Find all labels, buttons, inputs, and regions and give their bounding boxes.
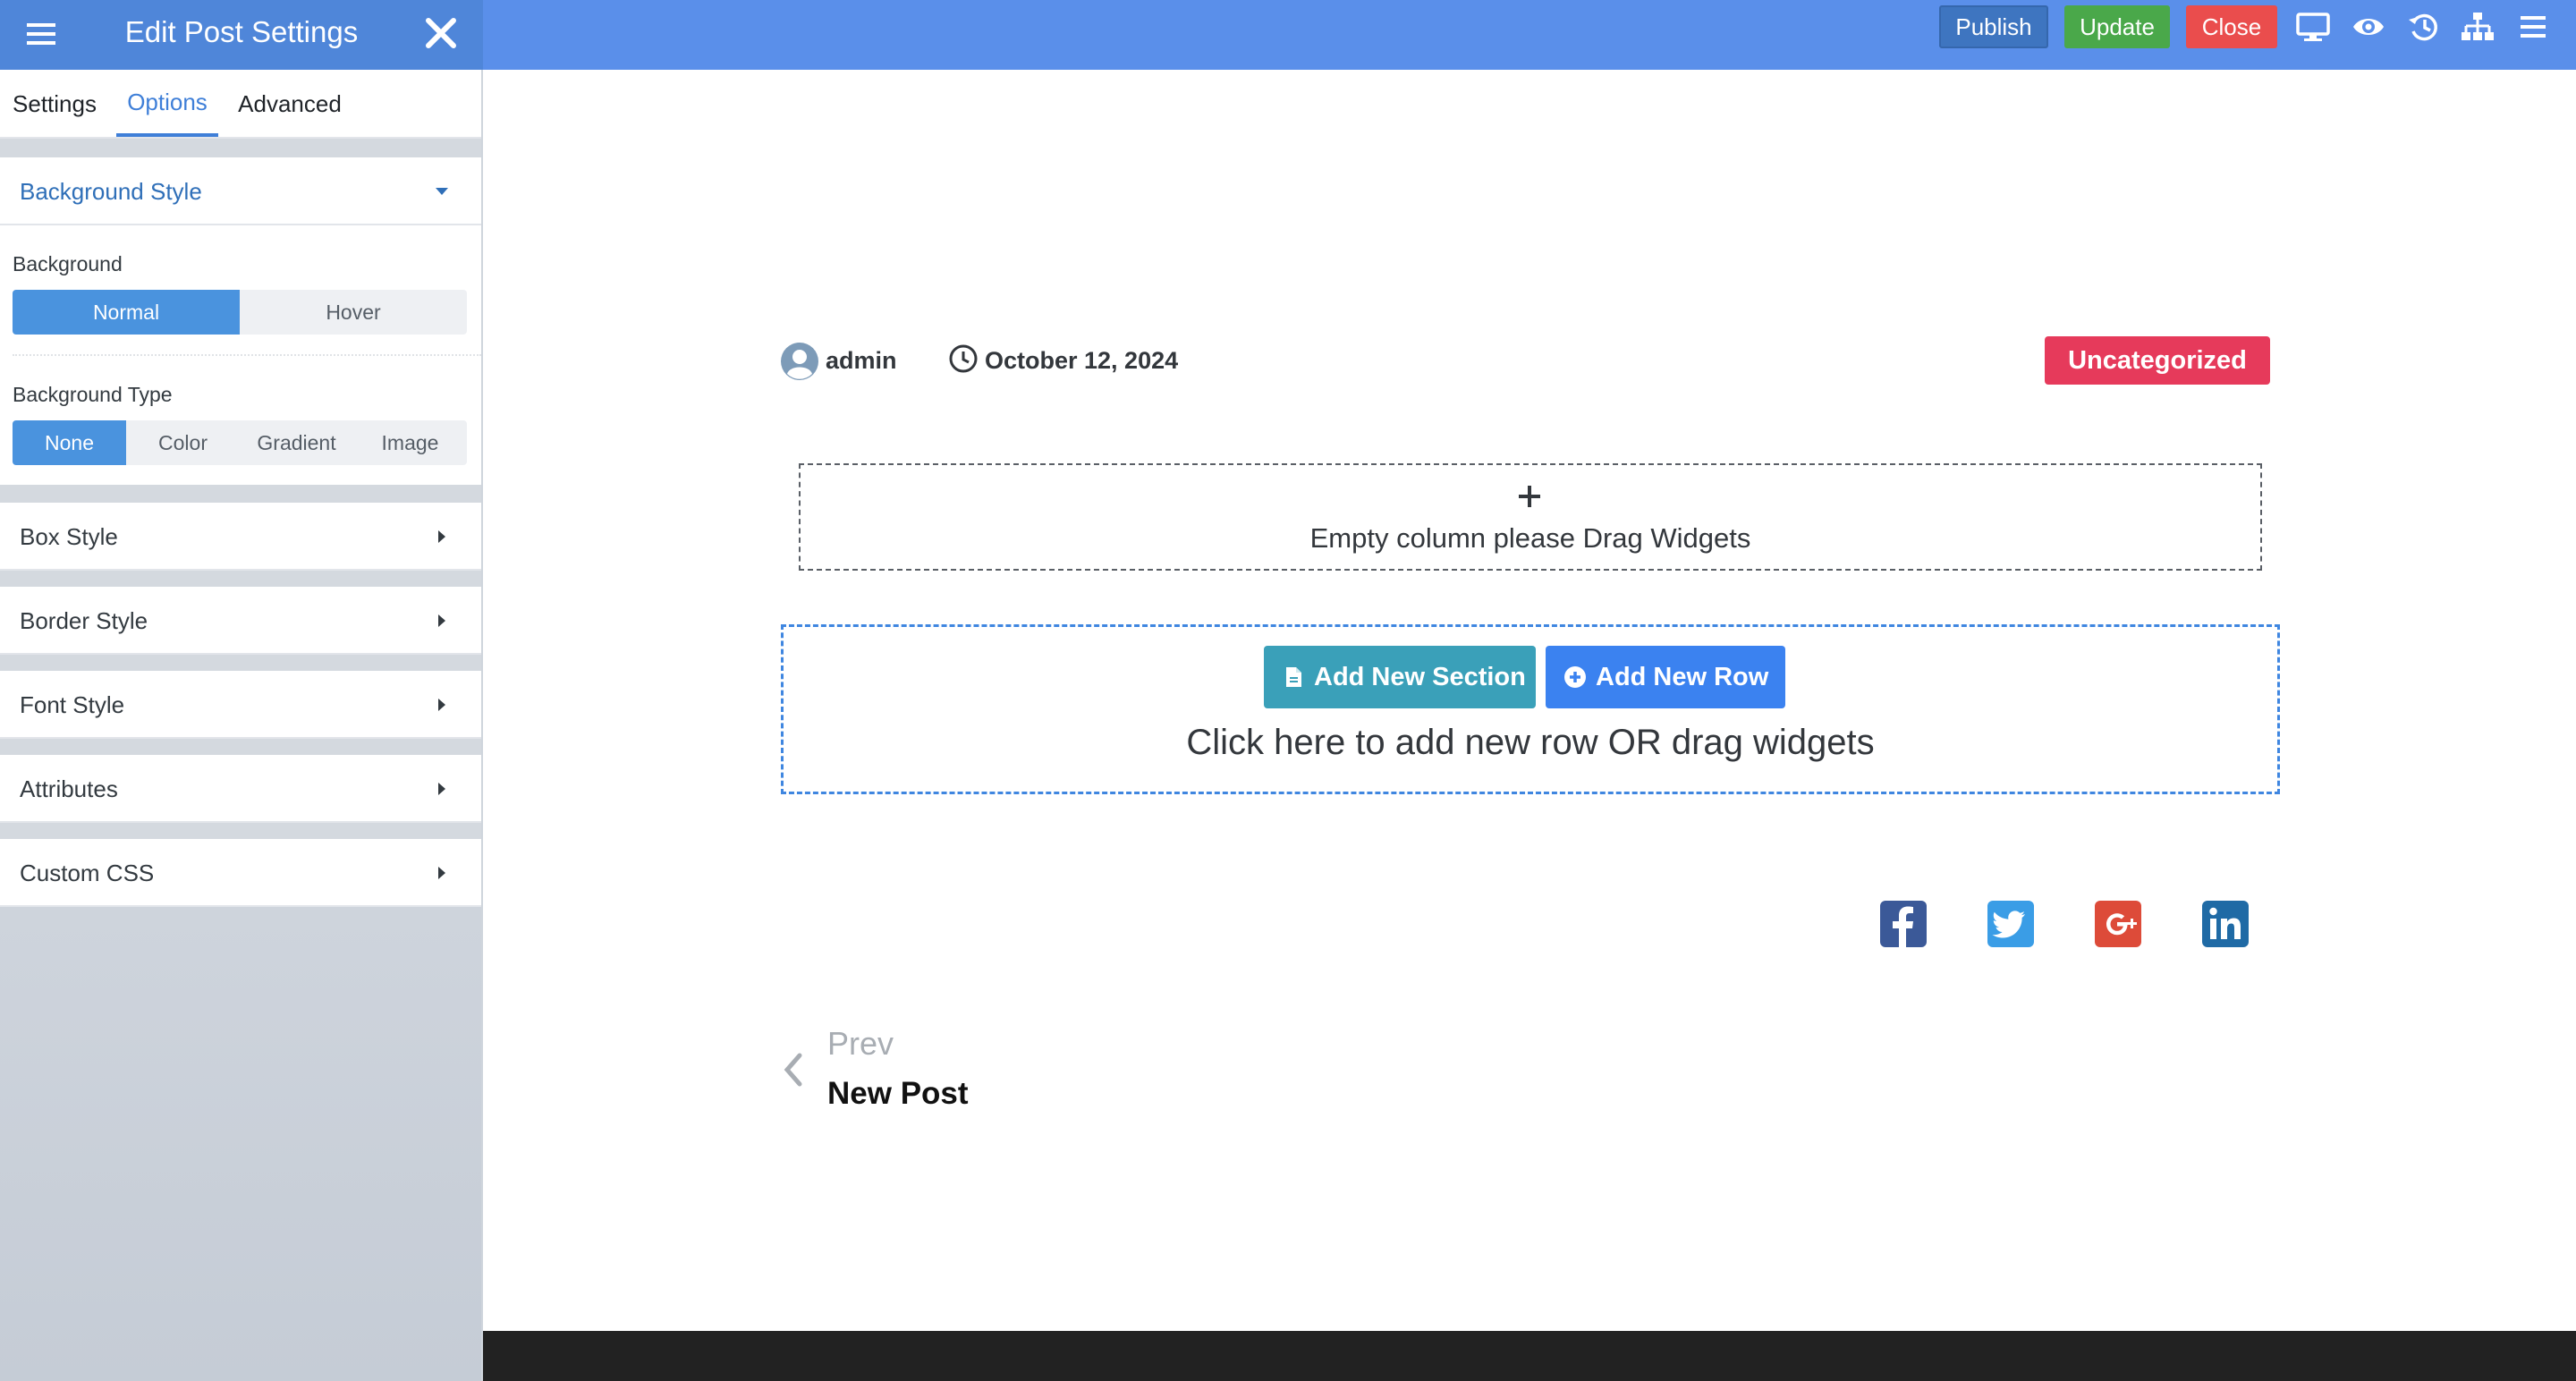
close-button[interactable]: Close [2186, 5, 2277, 48]
section-font-style[interactable]: Font Style [0, 671, 481, 739]
section-label: Border Style [20, 607, 148, 634]
eye-icon[interactable] [2351, 11, 2386, 43]
prev-post-title[interactable]: New Post [827, 1073, 969, 1114]
hamburger-icon[interactable] [2515, 11, 2551, 43]
section-border-style[interactable]: Border Style [0, 587, 481, 655]
tab-options[interactable]: Options [116, 70, 218, 137]
post-author[interactable]: admin [826, 344, 897, 377]
facebook-icon[interactable] [1878, 899, 1928, 949]
caret-right-icon [438, 867, 445, 879]
tab-advanced[interactable]: Advanced [227, 70, 352, 137]
section-divider [0, 571, 481, 587]
section-divider [0, 485, 481, 503]
add-row-hint: Click here to add new row OR drag widget… [1186, 723, 1875, 762]
google-plus-icon[interactable] [2093, 899, 2143, 949]
plus-circle-icon [1564, 666, 1586, 688]
add-new-section-label: Add New Section [1314, 663, 1526, 691]
caret-right-icon [438, 783, 445, 795]
close-icon[interactable] [422, 14, 460, 52]
sidebar-header: Edit Post Settings [0, 0, 483, 70]
prev-post-label[interactable]: Prev [827, 1023, 894, 1064]
post-date: October 12, 2024 [985, 347, 1179, 374]
background-style-panel: Background Normal Hover Background Type … [0, 225, 481, 485]
user-circle-icon [781, 343, 818, 380]
section-divider [0, 139, 481, 157]
background-hover-option[interactable]: Hover [240, 290, 467, 335]
section-divider [0, 823, 481, 839]
background-type-label: Background Type [13, 383, 173, 406]
clock-icon [949, 344, 978, 373]
section-label: Custom CSS [20, 860, 155, 886]
add-new-section-button[interactable]: Add New Section [1264, 646, 1536, 708]
sidebar-title: Edit Post Settings [124, 15, 359, 48]
caret-right-icon [438, 530, 445, 543]
background-type-selector: None Color Gradient Image [13, 420, 467, 465]
section-divider [0, 655, 481, 671]
background-state-toggle: Normal Hover [13, 290, 467, 335]
section-attributes[interactable]: Attributes [0, 755, 481, 823]
linkedin-icon[interactable] [2200, 899, 2250, 949]
caret-down-icon [436, 188, 448, 195]
divider [13, 354, 481, 356]
desktop-icon[interactable] [2295, 11, 2331, 43]
section-label: Font Style [20, 691, 125, 718]
plus-icon [1519, 486, 1540, 507]
tab-settings[interactable]: Settings [0, 70, 109, 137]
background-type-none[interactable]: None [13, 420, 126, 465]
sidebar-tabs: Settings Options Advanced [0, 70, 481, 139]
sitemap-icon[interactable] [2460, 11, 2496, 43]
background-type-color[interactable]: Color [126, 420, 240, 465]
file-icon [1286, 667, 1301, 687]
background-label: Background [13, 252, 123, 275]
update-button[interactable]: Update [2064, 5, 2170, 48]
caret-right-icon [438, 699, 445, 711]
background-type-image[interactable]: Image [353, 420, 467, 465]
twitter-icon[interactable] [1986, 899, 2036, 949]
section-background-style[interactable]: Background Style [0, 157, 481, 225]
empty-column-text: Empty column please Drag Widgets [1309, 522, 1751, 554]
section-label: Attributes [20, 775, 118, 802]
editor-toolbar: Publish Update Close [483, 0, 2576, 70]
background-type-gradient[interactable]: Gradient [240, 420, 353, 465]
background-normal-option[interactable]: Normal [13, 290, 240, 335]
section-custom-css[interactable]: Custom CSS [0, 839, 481, 907]
section-divider [0, 739, 481, 755]
add-new-row-label: Add New Row [1596, 663, 1769, 691]
section-label: Background Style [20, 178, 202, 205]
category-badge[interactable]: Uncategorized [2045, 336, 2270, 385]
settings-sidebar: Edit Post Settings Settings Options Adva… [0, 0, 483, 1381]
history-icon[interactable] [2406, 11, 2442, 43]
page-footer [483, 1331, 2576, 1381]
section-box-style[interactable]: Box Style [0, 503, 481, 571]
add-new-row-button[interactable]: Add New Row [1546, 646, 1785, 708]
section-label: Box Style [20, 523, 118, 550]
empty-column-dropzone[interactable]: Empty column please Drag Widgets [799, 463, 2262, 571]
publish-button[interactable]: Publish [1939, 5, 2048, 48]
chevron-left-icon[interactable] [780, 1050, 805, 1089]
caret-right-icon [438, 614, 445, 627]
